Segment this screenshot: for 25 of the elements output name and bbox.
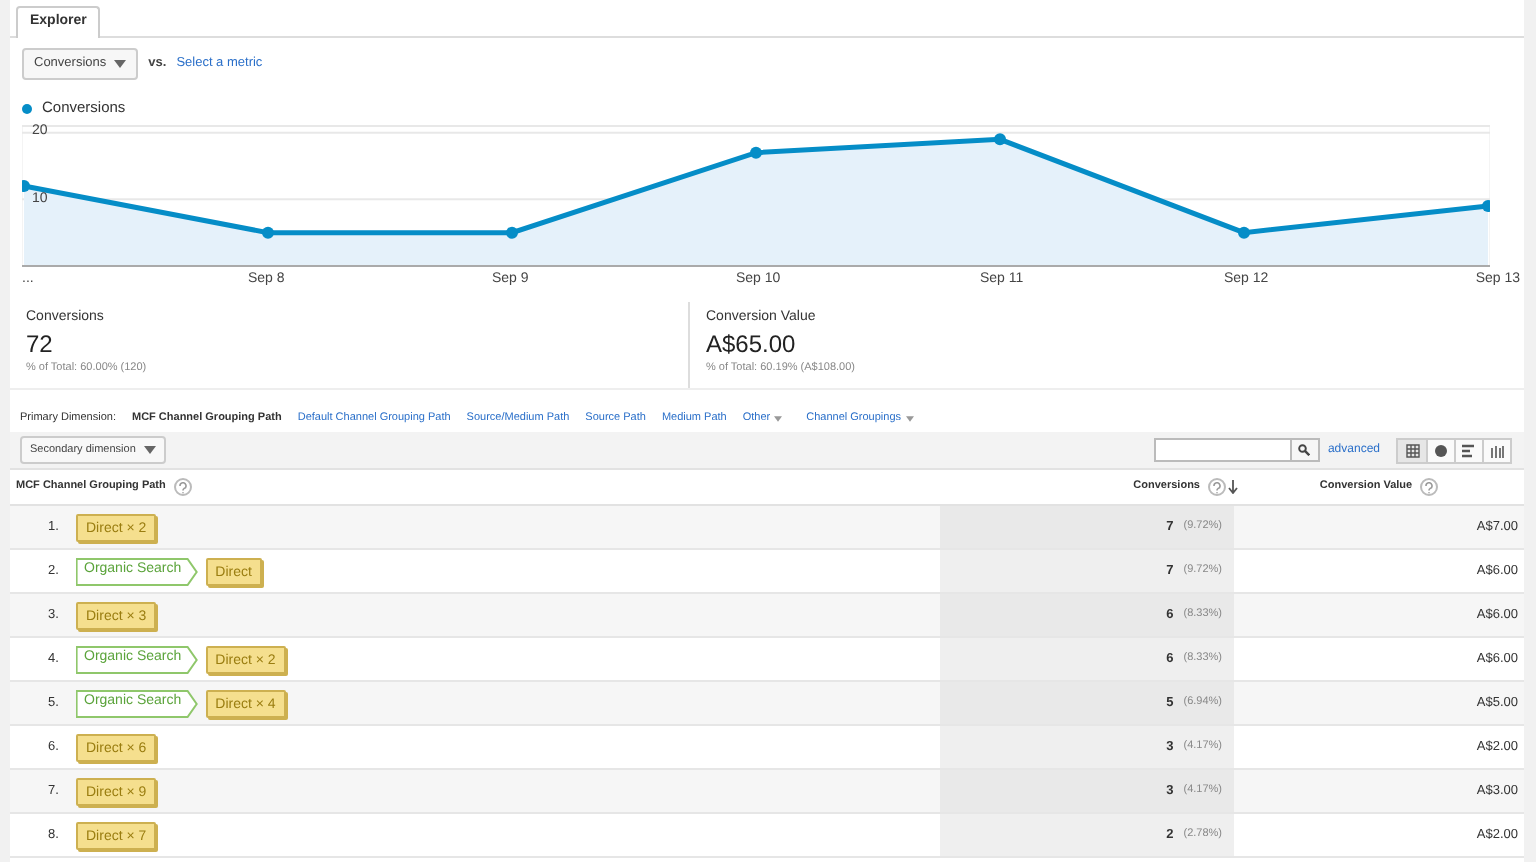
scorecard-value: A$65.00	[706, 329, 798, 359]
data-point[interactable]	[994, 133, 1006, 146]
search-icon	[1298, 444, 1311, 456]
help-icon[interactable]	[1420, 478, 1439, 496]
pie-icon	[1434, 443, 1448, 457]
bars-icon	[1462, 443, 1476, 457]
grid-icon	[1405, 443, 1419, 457]
columns-icon	[1490, 443, 1504, 457]
pie-view-button[interactable]	[1426, 439, 1454, 461]
help-icon[interactable]	[173, 478, 192, 496]
data-point[interactable]	[1482, 200, 1490, 212]
sort-arrow-icon[interactable]	[1228, 480, 1238, 494]
table-view-button[interactable]	[1398, 439, 1426, 461]
search-button[interactable]	[1291, 438, 1320, 462]
pivot-view-button[interactable]	[1482, 439, 1510, 461]
data-point[interactable]	[506, 226, 518, 239]
caret-icon	[114, 60, 127, 68]
data-point[interactable]	[750, 146, 762, 159]
data-point[interactable]	[262, 226, 274, 239]
scorecard-value: 72	[26, 329, 55, 359]
data-point[interactable]	[1238, 226, 1250, 239]
caret-icon	[143, 446, 156, 454]
data-point[interactable]	[22, 180, 30, 192]
search-field[interactable]	[1153, 438, 1292, 462]
bar-view-button[interactable]	[1454, 439, 1482, 461]
